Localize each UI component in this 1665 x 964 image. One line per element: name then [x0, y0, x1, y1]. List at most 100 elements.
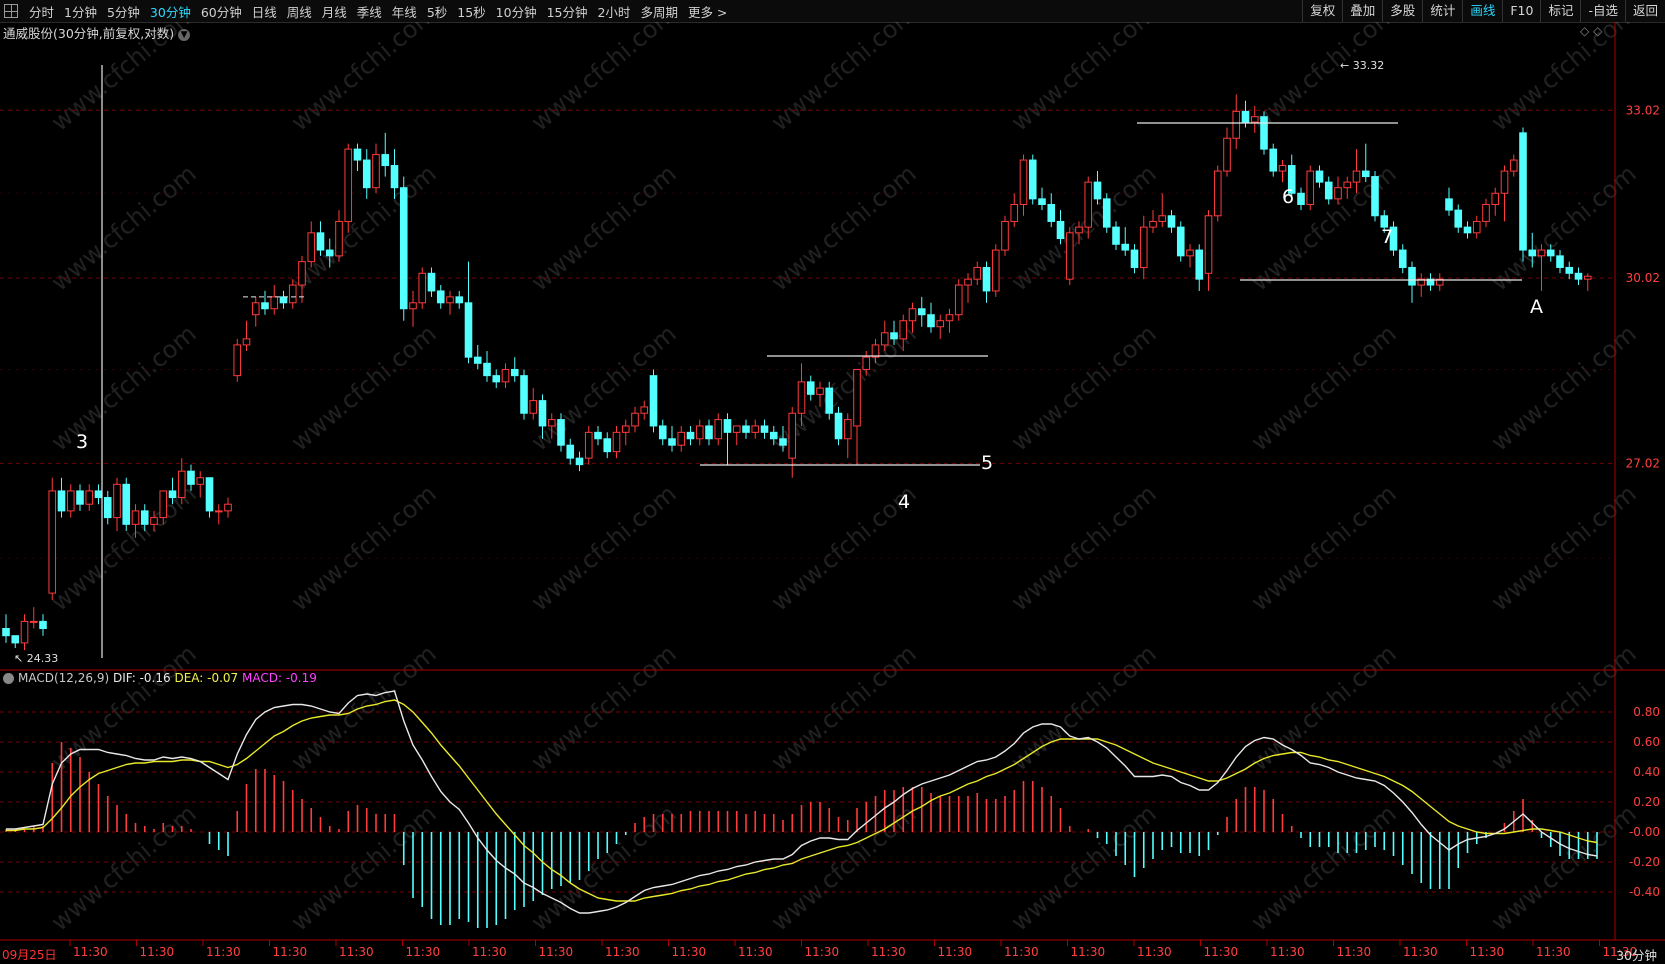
candle-body: [316, 232, 325, 251]
watermark-text: www.cfchi.com: [526, 159, 682, 296]
candle-body: [1546, 249, 1555, 257]
candle-body: [1019, 159, 1028, 205]
candle-body: [196, 477, 205, 485]
period-tab[interactable]: 日线: [247, 5, 282, 20]
candle-body: [1028, 159, 1037, 200]
candle-body: [1334, 187, 1342, 200]
period-tab[interactable]: 60分钟: [196, 5, 247, 20]
time-tick-label: 11:30: [938, 945, 973, 959]
candle-body: [510, 368, 519, 377]
candle-body: [594, 431, 602, 440]
period-tab[interactable]: 分时: [24, 5, 59, 20]
period-tab[interactable]: 多周期: [635, 5, 683, 20]
candle-body: [103, 497, 112, 519]
candle-body: [1445, 198, 1453, 211]
period-tab[interactable]: 5分钟: [102, 5, 145, 20]
time-tick-label: 11:30: [1337, 945, 1372, 959]
watermark-text: www.cfchi.com: [1246, 479, 1402, 616]
period-tab[interactable]: 更多 >: [683, 5, 732, 20]
price-axis-label: 33.02: [1626, 103, 1660, 117]
period-tab[interactable]: 10分钟: [491, 5, 542, 20]
period-tab[interactable]: 5秒: [422, 5, 452, 20]
candle-body: [1398, 249, 1407, 268]
watermark-text: www.cfchi.com: [1486, 319, 1642, 456]
candle-body: [29, 620, 38, 623]
candle-body: [1102, 198, 1111, 228]
toolbar-button[interactable]: -自选: [1580, 0, 1625, 22]
time-tick-label: 11:30: [1004, 945, 1039, 959]
toolbar-button[interactable]: 统计: [1422, 0, 1462, 22]
macd-toggle-icon[interactable]: [3, 673, 14, 684]
candle-body: [1278, 165, 1287, 172]
toolbar-button[interactable]: 叠加: [1342, 0, 1382, 22]
candle-body: [695, 425, 704, 440]
candle-body: [205, 477, 214, 512]
candle-body: [816, 387, 824, 395]
low-price-label: ↖ 24.33: [14, 652, 58, 665]
candle-body: [547, 419, 556, 427]
candle-body: [991, 249, 1000, 292]
candle-body: [446, 296, 454, 304]
period-tab[interactable]: 1分钟: [59, 5, 102, 20]
watermark-text: www.cfchi.com: [1246, 799, 1402, 936]
toolbar-button[interactable]: 多股: [1382, 0, 1422, 22]
time-tick-label: 11:30: [1204, 945, 1239, 959]
candle-body: [353, 148, 362, 161]
candle-body: [890, 332, 898, 340]
toolbar-button[interactable]: 返回: [1624, 0, 1665, 22]
period-tab[interactable]: 月线: [317, 5, 352, 20]
candle-body: [492, 375, 501, 383]
candle-body: [288, 284, 297, 304]
period-tab[interactable]: 年线: [387, 5, 422, 20]
candle-body: [862, 356, 871, 370]
candle-body: [150, 517, 158, 525]
watermark-text: www.cfchi.com: [526, 639, 682, 776]
macd-axis-label: 0.60: [1633, 735, 1660, 749]
candle-body: [1047, 203, 1056, 222]
candle-body: [917, 308, 926, 316]
period-tab[interactable]: 2小时: [592, 5, 635, 20]
time-tick-label: 11:30: [140, 945, 175, 959]
candle-body: [732, 425, 741, 433]
toolbar-button[interactable]: F10: [1502, 0, 1540, 22]
candle-body: [1500, 170, 1509, 194]
candle-body: [251, 302, 260, 316]
period-tab[interactable]: 15分钟: [542, 5, 593, 20]
candle-body: [325, 249, 334, 257]
candle-body: [1361, 170, 1370, 178]
stock-chart[interactable]: www.cfchi.com www.cfchi.com www.cfchi.com w…: [0, 22, 1665, 962]
macd-value: MACD: -0.19: [242, 671, 317, 685]
period-tab[interactable]: 季线: [352, 5, 387, 20]
macd-axis-label: 0.20: [1633, 795, 1660, 809]
candle-body: [1297, 192, 1305, 205]
candle-body: [483, 362, 491, 377]
candle-body: [1556, 255, 1564, 268]
period-tab[interactable]: 周线: [282, 5, 317, 20]
candle-body: [603, 438, 612, 453]
candle-body: [1306, 170, 1315, 205]
candle-body: [834, 412, 843, 440]
candle-body: [1537, 249, 1546, 257]
layout-grid-icon[interactable]: [4, 4, 18, 18]
candle-body: [529, 400, 538, 414]
candle-body: [76, 490, 84, 505]
toolbar-button[interactable]: 标记: [1540, 0, 1580, 22]
candle-body: [742, 425, 750, 433]
watermark-text: www.cfchi.com: [286, 639, 442, 776]
period-tab[interactable]: 15秒: [452, 5, 490, 20]
watermark-text: www.cfchi.com: [1486, 479, 1642, 616]
macd-name: MACD(12,26,9): [18, 671, 110, 685]
macd-header: MACD(12,26,9) DIF: -0.16 DEA: -0.07 MACD…: [3, 671, 317, 685]
candle-body: [381, 154, 390, 167]
macd-axis-label: 0.80: [1633, 705, 1660, 719]
period-tab[interactable]: 30分钟: [145, 5, 196, 20]
candle-body: [113, 483, 121, 519]
watermark-text: www.cfchi.com: [1486, 22, 1642, 137]
candle-body: [982, 266, 991, 292]
candle-body: [261, 302, 269, 310]
candle-body: [723, 419, 732, 433]
candle-body: [1408, 266, 1416, 286]
candle-body: [973, 266, 982, 280]
toolbar-button[interactable]: 画线: [1462, 0, 1502, 22]
toolbar-button[interactable]: 复权: [1302, 0, 1342, 22]
